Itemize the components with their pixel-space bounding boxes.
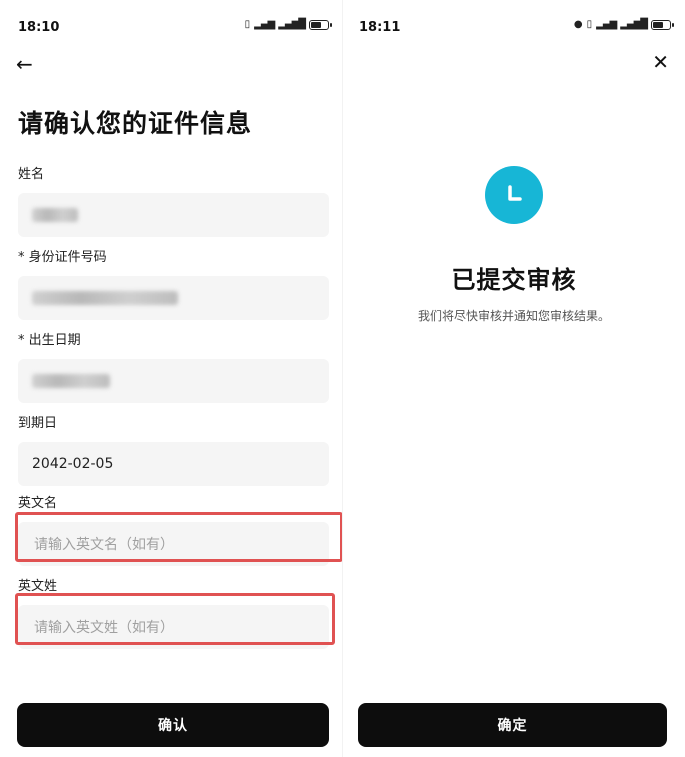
page-title: 请确认您的证件信息 — [18, 109, 253, 138]
status-time: 18:11 — [359, 20, 401, 35]
redacted-name — [32, 208, 78, 222]
location-icon: ● — [573, 19, 583, 30]
submitted-description: 我们将尽快审核并通知您审核结果。 — [417, 309, 610, 323]
id-number-value — [18, 276, 329, 320]
id-number-label: * 身份证件号码 — [18, 250, 107, 265]
confirm-button[interactable]: 确认 — [17, 703, 329, 747]
submitted-screen: 18:11 ● ▯ ▂▄▆ ▂▄▆█ ✕ 已提交审核 我们将尽快审核并通知您审核… — [343, 0, 685, 757]
english-first-name-label: 英文名 — [18, 496, 58, 511]
status-icons: ● ▯ ▂▄▆ ▂▄▆█ — [573, 19, 674, 30]
vibrate-icon: ▯ — [244, 19, 251, 30]
birth-date-label: * 出生日期 — [18, 333, 81, 348]
back-arrow-icon[interactable]: ← — [16, 52, 33, 76]
close-icon[interactable]: ✕ — [652, 50, 669, 74]
5g-signal-icon: ▂▄▆█ — [620, 19, 648, 30]
pending-clock-icon — [485, 166, 543, 224]
name-label: 姓名 — [18, 167, 45, 182]
signal-icon: ▂▄▆ — [254, 19, 275, 30]
expiry-date-field: 到期日 2042-02-05 — [18, 414, 329, 486]
status-icons: ▯ ▂▄▆ ▂▄▆█ — [244, 19, 332, 30]
last-name-highlight — [15, 593, 335, 645]
name-value — [18, 193, 329, 237]
id-number-field: * 身份证件号码 — [18, 248, 329, 320]
vibrate-icon: ▯ — [586, 19, 593, 30]
birth-date-field: * 出生日期 — [18, 331, 329, 403]
name-field: 姓名 — [18, 165, 329, 237]
5g-signal-icon: ▂▄▆█ — [278, 19, 306, 30]
expiry-date-value: 2042-02-05 — [18, 442, 329, 486]
battery-icon — [309, 19, 332, 30]
signal-icon: ▂▄▆ — [596, 19, 617, 30]
identity-confirm-screen: 18:10 ▯ ▂▄▆ ▂▄▆█ ← 请确认您的证件信息 姓名 * 身份证件号码… — [0, 0, 343, 757]
submitted-title: 已提交审核 — [451, 266, 577, 294]
first-name-highlight — [15, 512, 343, 562]
status-time: 18:10 — [18, 20, 60, 35]
birth-date-value — [18, 359, 329, 403]
redacted-birth-date — [32, 374, 110, 388]
expiry-date-label: 到期日 — [18, 416, 58, 431]
ok-button[interactable]: 确定 — [358, 703, 667, 747]
battery-icon — [651, 19, 674, 30]
redacted-id-number — [32, 291, 178, 305]
